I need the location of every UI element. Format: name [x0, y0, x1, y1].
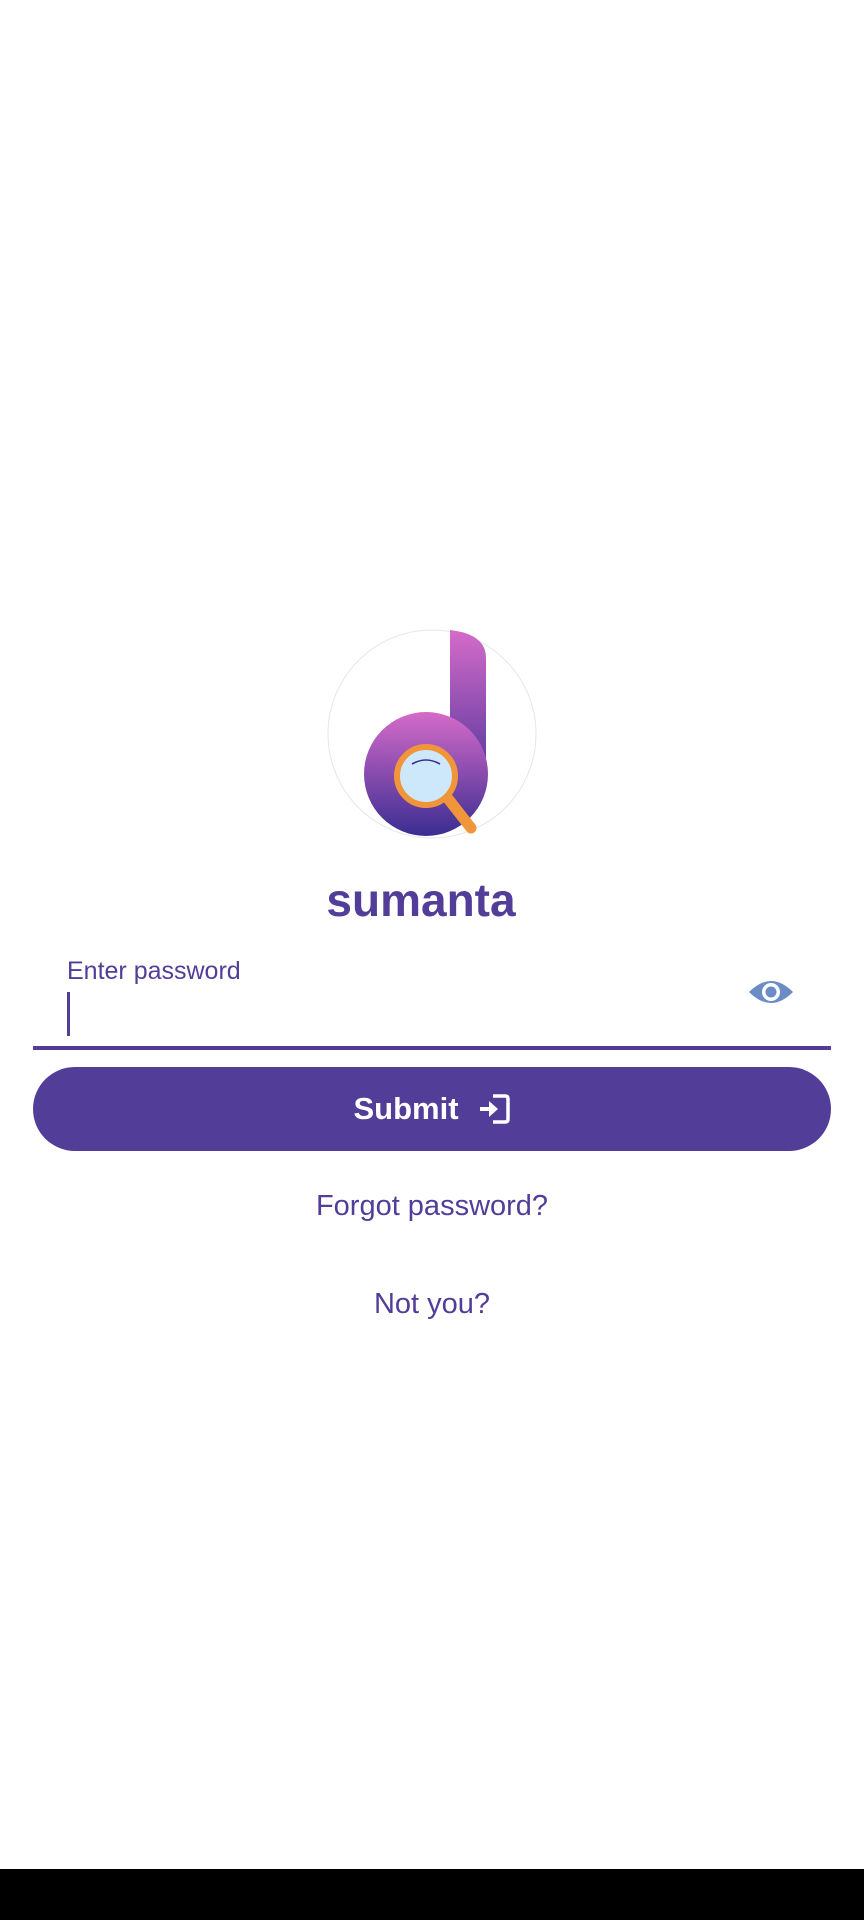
system-navigation-bar	[0, 1869, 864, 1920]
submit-button[interactable]: Submit	[33, 1067, 831, 1151]
login-icon	[479, 1094, 510, 1124]
password-underline	[33, 1046, 831, 1050]
eye-icon	[749, 981, 793, 1003]
toggle-password-visibility-button[interactable]	[745, 972, 797, 1012]
app-logo-graphic	[327, 629, 537, 839]
password-field[interactable]: Enter password	[33, 950, 831, 1050]
forgot-password-link[interactable]: Forgot password?	[0, 1190, 864, 1223]
password-label: Enter password	[67, 957, 241, 985]
app-logo	[326, 628, 538, 840]
password-input[interactable]	[67, 992, 747, 1042]
text-caret	[67, 992, 70, 1036]
username-label: sumanta	[326, 874, 516, 926]
login-screen: sumanta Enter password Submit Forgot pas…	[0, 0, 864, 1920]
not-you-link[interactable]: Not you?	[0, 1288, 864, 1321]
submit-label: Submit	[353, 1091, 459, 1126]
